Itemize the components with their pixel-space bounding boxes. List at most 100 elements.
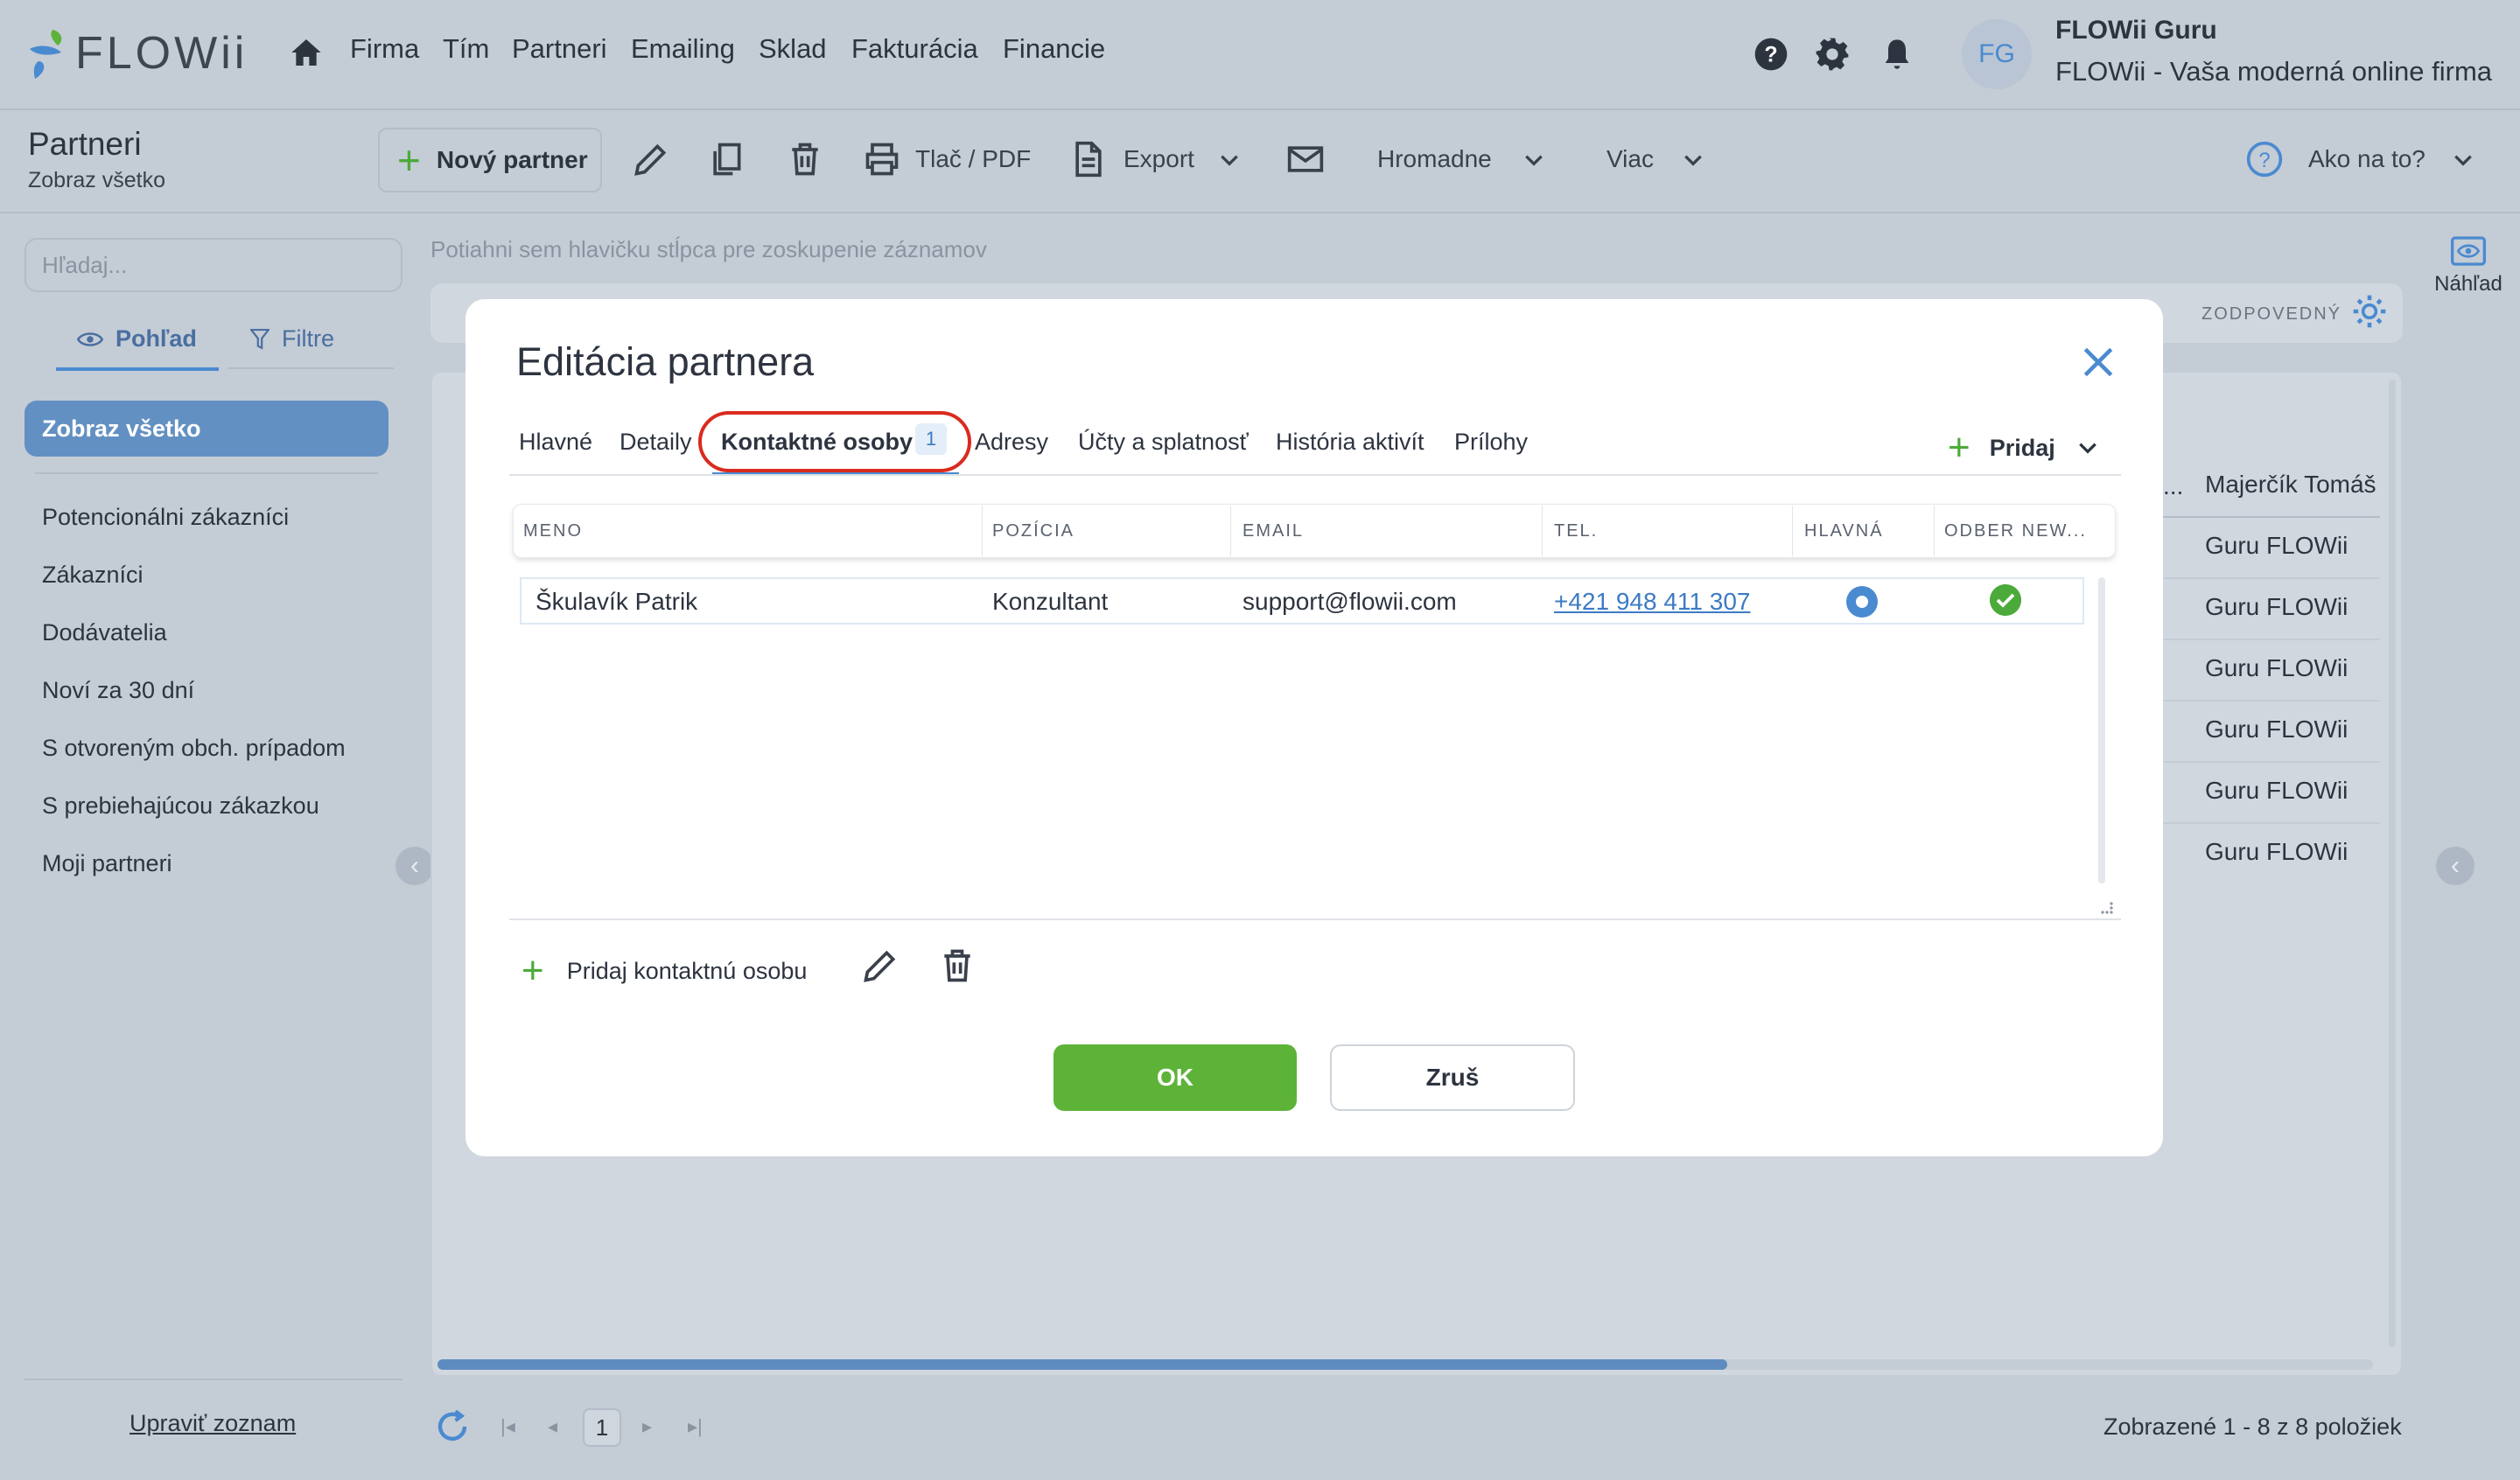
- contact-position: Konzultant: [992, 588, 1109, 615]
- next-page-icon[interactable]: ▸: [642, 1415, 652, 1438]
- new-partner-button[interactable]: + Nový partner: [378, 128, 602, 192]
- delete-trash-icon[interactable]: [786, 140, 824, 178]
- search-input[interactable]: Hľadaj...: [24, 238, 402, 292]
- bulk-label[interactable]: Hromadne: [1377, 145, 1492, 173]
- grid-cell-responsible[interactable]: Guru FLOWii: [2205, 532, 2348, 560]
- tab-details[interactable]: Detaily: [620, 429, 692, 456]
- new-partner-label: Nový partner: [436, 146, 588, 173]
- sidebar-item-open-case[interactable]: S otvoreným obch. prípadom: [42, 735, 346, 762]
- preview-toggle[interactable]: Náhľad: [2429, 236, 2508, 297]
- tab-filter[interactable]: Filtre: [250, 325, 334, 353]
- sidebar-item-show-all[interactable]: Zobraz všetko: [24, 401, 388, 457]
- chevron-down-icon[interactable]: [1218, 149, 1241, 171]
- delete-trash-icon[interactable]: [938, 946, 976, 985]
- plus-icon: +: [397, 137, 421, 183]
- bell-icon[interactable]: [1880, 37, 1914, 72]
- tab-accounts-due[interactable]: Účty a splatnosť: [1078, 429, 1249, 456]
- add-contact-button[interactable]: + Pridaj kontaktnú osobu: [522, 952, 807, 990]
- chevron-down-icon[interactable]: [2452, 149, 2474, 171]
- divider: [2161, 516, 2380, 518]
- contact-email: support@flowii.com: [1242, 588, 1457, 615]
- edit-pencil-icon[interactable]: [632, 140, 670, 178]
- grid-cell-responsible[interactable]: Guru FLOWii: [2205, 777, 2348, 805]
- divider: [24, 1379, 402, 1380]
- sidebar-item-new-30-days[interactable]: Noví za 30 dní: [42, 677, 194, 704]
- grid-cell-responsible[interactable]: Guru FLOWii: [2205, 716, 2348, 743]
- column-header-name[interactable]: MENO: [523, 521, 583, 541]
- nav-tim[interactable]: Tím: [443, 33, 489, 65]
- chevron-down-icon[interactable]: [1522, 149, 1545, 171]
- prev-page-icon[interactable]: ◂: [548, 1415, 557, 1438]
- main-contact-radio[interactable]: [1846, 586, 1878, 618]
- add-dropdown-button[interactable]: + Pridaj: [1948, 429, 2099, 467]
- grid-settings-gear-icon[interactable]: [2350, 292, 2389, 331]
- last-page-icon[interactable]: ▸|: [688, 1415, 703, 1438]
- how-to-label[interactable]: Ako na to?: [2308, 145, 2426, 173]
- user-company: FLOWii - Vaša moderná online firma: [2055, 56, 2493, 87]
- tab-addresses[interactable]: Adresy: [975, 429, 1048, 456]
- horizontal-scrollbar-thumb[interactable]: [438, 1359, 1727, 1370]
- tab-filter-underline: [228, 367, 394, 369]
- printer-icon[interactable]: [863, 140, 901, 178]
- column-header-phone[interactable]: TEL.: [1554, 521, 1598, 541]
- nav-fakturacia[interactable]: Fakturácia: [851, 33, 978, 65]
- sidebar-item-potential-customers[interactable]: Potencionálni zákazníci: [42, 504, 289, 531]
- current-page[interactable]: 1: [583, 1408, 621, 1447]
- export-document-icon[interactable]: [1069, 140, 1108, 178]
- avatar[interactable]: FG: [1962, 19, 2032, 89]
- ok-button[interactable]: OK: [1054, 1044, 1297, 1111]
- svg-text:?: ?: [2258, 149, 2270, 172]
- tab-attachments[interactable]: Prílohy: [1454, 429, 1528, 456]
- home-icon[interactable]: [289, 35, 324, 70]
- first-page-icon[interactable]: |◂: [500, 1415, 515, 1438]
- nav-financie[interactable]: Financie: [1003, 33, 1105, 65]
- sidebar-item-ongoing-order[interactable]: S prebiehajúcou zákazkou: [42, 792, 319, 820]
- nav-sklad[interactable]: Sklad: [759, 33, 827, 65]
- grid-cell-responsible[interactable]: Guru FLOWii: [2205, 654, 2348, 682]
- grid-cell-responsible[interactable]: Guru FLOWii: [2205, 838, 2348, 866]
- refresh-icon[interactable]: [434, 1408, 471, 1445]
- tab-view[interactable]: Pohľad: [77, 325, 197, 353]
- edit-pencil-icon[interactable]: [861, 946, 900, 985]
- sidebar-item-my-partners[interactable]: Moji partneri: [42, 850, 172, 877]
- vertical-scrollbar[interactable]: [2389, 380, 2396, 1347]
- tab-main[interactable]: Hlavné: [519, 429, 592, 456]
- close-icon[interactable]: [2079, 343, 2118, 381]
- contact-phone-link[interactable]: +421 948 411 307: [1554, 588, 1750, 616]
- group-by-hint: Potiahni sem hlavičku stĺpca pre zoskupe…: [430, 236, 987, 262]
- sidebar-item-customers[interactable]: Zákazníci: [42, 562, 144, 589]
- contacts-scrollbar[interactable]: [2098, 577, 2105, 883]
- divider: [2161, 761, 2380, 763]
- sidebar-item-suppliers[interactable]: Dodávatelia: [42, 619, 167, 646]
- grid-cell-responsible[interactable]: Guru FLOWii: [2205, 593, 2348, 621]
- export-label[interactable]: Export: [1124, 145, 1194, 173]
- chevron-down-icon[interactable]: [1682, 149, 1704, 171]
- collapse-right-icon[interactable]: ‹: [2436, 847, 2474, 885]
- cancel-button[interactable]: Zruš: [1330, 1044, 1575, 1111]
- contact-name: Škulavík Patrik: [536, 588, 698, 615]
- column-header-email[interactable]: EMAIL: [1242, 521, 1304, 541]
- column-header-position[interactable]: POZÍCIA: [992, 521, 1074, 541]
- tab-activity-history[interactable]: História aktivít: [1276, 429, 1424, 456]
- more-label[interactable]: Viac: [1606, 145, 1654, 173]
- print-pdf-label[interactable]: Tlač / PDF: [915, 145, 1031, 173]
- gear-icon[interactable]: [1815, 37, 1850, 72]
- grid-cell-responsible[interactable]: Majerčík Tomáš: [2205, 471, 2376, 499]
- nav-partneri[interactable]: Partneri: [512, 33, 607, 65]
- collapse-left-icon[interactable]: ‹: [396, 847, 434, 885]
- copy-icon[interactable]: [707, 140, 746, 178]
- mail-icon[interactable]: [1286, 140, 1325, 178]
- question-circle-icon[interactable]: ?: [2245, 140, 2284, 178]
- edit-list-link[interactable]: Upraviť zoznam: [130, 1410, 296, 1437]
- nav-emailing[interactable]: Emailing: [631, 33, 735, 65]
- nav-firma[interactable]: Firma: [350, 33, 419, 65]
- preview-label: Náhľad: [2434, 272, 2502, 296]
- help-icon[interactable]: ?: [1754, 37, 1788, 72]
- column-header-newsletter[interactable]: ODBER NEW...: [1944, 521, 2087, 541]
- flowii-logo[interactable]: FLOWii: [26, 23, 248, 84]
- check-circle-icon[interactable]: [1990, 584, 2021, 616]
- user-name: FLOWii Guru: [2055, 16, 2217, 45]
- column-header-main[interactable]: HLAVNÁ: [1804, 521, 1884, 541]
- tab-view-label: Pohľad: [116, 325, 197, 352]
- resize-handle-icon[interactable]: [2096, 897, 2114, 915]
